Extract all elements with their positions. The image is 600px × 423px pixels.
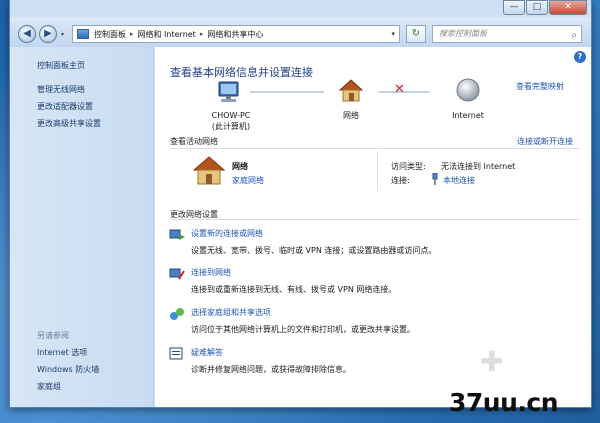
control-panel-icon bbox=[77, 29, 89, 39]
sidebar-item-windows-firewall[interactable]: Windows 防火墙 bbox=[37, 364, 99, 375]
connect-to-network-link[interactable]: 连接到网络 bbox=[191, 267, 396, 278]
setup-connection-link[interactable]: 设置新的连接或网络 bbox=[191, 228, 436, 239]
maximize-button[interactable]: □ bbox=[526, 0, 548, 15]
computer-caption: (此计算机) bbox=[211, 122, 251, 131]
recent-pages-dropdown[interactable]: ▾ bbox=[61, 31, 64, 38]
access-type-value: 无法连接到 Internet bbox=[441, 162, 516, 171]
network-type-link[interactable]: 家庭网络 bbox=[232, 175, 264, 186]
globe-icon bbox=[456, 78, 480, 102]
help-icon[interactable]: ? bbox=[574, 51, 586, 63]
new-connection-icon bbox=[169, 229, 185, 240]
forward-button[interactable]: ▶ bbox=[39, 25, 57, 43]
active-network-name: 网络 bbox=[232, 162, 248, 171]
refresh-button[interactable]: ↻ bbox=[406, 25, 426, 43]
ethernet-icon bbox=[432, 173, 438, 185]
divider bbox=[170, 148, 579, 149]
close-button[interactable]: ✕ bbox=[549, 0, 587, 15]
active-networks-heading: 查看活动网络 bbox=[170, 137, 218, 146]
troubleshoot-icon bbox=[169, 347, 183, 360]
search-placeholder: 搜索控制面板 bbox=[439, 29, 487, 38]
setup-connection-desc: 设置无线、宽带、拨号、临时或 VPN 连接；或设置路由器或访问点。 bbox=[191, 246, 437, 255]
see-also-heading: 另请参阅 bbox=[37, 331, 69, 340]
troubleshoot-link[interactable]: 疑难解答 bbox=[191, 347, 351, 358]
sidebar-item-change-adapter[interactable]: 更改适配器设置 bbox=[37, 101, 93, 112]
home-network-large-icon bbox=[192, 156, 226, 185]
disconnected-icon: ✕ bbox=[394, 82, 405, 97]
breadcrumb-control-panel[interactable]: 控制面板 bbox=[94, 29, 126, 40]
search-icon[interactable]: ⌕ bbox=[571, 28, 577, 44]
sidebar-item-manage-wireless[interactable]: 管理无线网络 bbox=[37, 84, 85, 95]
back-button[interactable]: ◀ bbox=[18, 25, 36, 43]
homegroup-sharing-desc: 访问位于其他网络计算机上的文件和打印机，或更改共享设置。 bbox=[191, 325, 415, 334]
network-sharing-center-window: — □ ✕ ◀ ▶ ▾ 控制面板 ▸ 网络和 Internet ▸ 网络和共享中… bbox=[9, 0, 592, 408]
task-connect-network: 连接到网络 连接到或重新连接到无线、有线、拨号或 VPN 网络连接。 bbox=[169, 267, 397, 295]
navigation-bar: ◀ ▶ ▾ 控制面板 ▸ 网络和 Internet ▸ 网络和共享中心 ▾ ↻ … bbox=[10, 17, 591, 47]
divider bbox=[170, 219, 579, 220]
sidebar-item-homegroup[interactable]: 家庭组 bbox=[37, 381, 61, 392]
address-dropdown[interactable]: ▾ bbox=[391, 30, 395, 38]
search-input[interactable]: 搜索控制面板 ⌕ bbox=[432, 25, 582, 43]
view-full-map-link[interactable]: 查看完整映射 bbox=[516, 81, 564, 92]
home-network-icon bbox=[338, 79, 364, 102]
local-connection-link[interactable]: 本地连接 bbox=[443, 175, 475, 186]
computer-name: CHOW-PC bbox=[211, 111, 251, 120]
address-bar[interactable]: 控制面板 ▸ 网络和 Internet ▸ 网络和共享中心 ▾ bbox=[72, 25, 400, 43]
sidebar-item-internet-options[interactable]: Internet 选项 bbox=[37, 347, 87, 358]
connect-disconnect-link[interactable]: 连接或断开连接 bbox=[517, 136, 573, 147]
breadcrumb-network-sharing-center[interactable]: 网络和共享中心 bbox=[207, 29, 263, 40]
troubleshoot-desc: 诊断并修复网络问题，或获得故障排除信息。 bbox=[191, 365, 351, 374]
main-content: ? 查看基本网络信息并设置连接 查看完整映射 CHOW-PC (此计算机) 网络… bbox=[155, 47, 591, 407]
internet-node-label: Internet bbox=[452, 111, 484, 120]
minimize-button[interactable]: — bbox=[503, 0, 525, 15]
computer-icon bbox=[218, 81, 239, 102]
task-troubleshoot: 疑难解答 诊断并修复网络问题，或获得故障排除信息。 bbox=[169, 347, 351, 375]
breadcrumb-network-internet[interactable]: 网络和 Internet bbox=[138, 29, 196, 40]
task-pane: 控制面板主页 管理无线网络 更改适配器设置 更改高级共享设置 另请参阅 Inte… bbox=[10, 47, 154, 407]
task-new-connection: 设置新的连接或网络 设置无线、宽带、拨号、临时或 VPN 连接；或设置路由器或访… bbox=[169, 228, 437, 256]
connect-network-icon bbox=[169, 268, 185, 280]
window-caption-buttons: — □ ✕ bbox=[502, 0, 587, 17]
sidebar-item-advanced-sharing[interactable]: 更改高级共享设置 bbox=[37, 118, 101, 129]
breadcrumb-separator[interactable]: ▸ bbox=[130, 30, 134, 38]
watermark-logo: ✚ bbox=[480, 345, 504, 378]
connection-line bbox=[250, 91, 324, 93]
homegroup-sharing-link[interactable]: 选择家庭组和共享选项 bbox=[191, 307, 415, 318]
connect-to-network-desc: 连接到或重新连接到无线、有线、拨号或 VPN 网络连接。 bbox=[191, 285, 397, 294]
sidebar-item-control-panel-home[interactable]: 控制面板主页 bbox=[37, 60, 85, 71]
breadcrumb-separator[interactable]: ▸ bbox=[200, 30, 204, 38]
task-homegroup: 选择家庭组和共享选项 访问位于其他网络计算机上的文件和打印机，或更改共享设置。 bbox=[170, 307, 415, 335]
divider bbox=[377, 151, 378, 191]
access-type-label: 访问类型: bbox=[391, 162, 426, 171]
network-node-label: 网络 bbox=[343, 111, 359, 120]
watermark-text: 37uu.cn bbox=[449, 388, 559, 417]
page-title: 查看基本网络信息并设置连接 bbox=[170, 66, 313, 79]
connections-label: 连接: bbox=[391, 176, 410, 185]
homegroup-icon bbox=[170, 308, 184, 320]
